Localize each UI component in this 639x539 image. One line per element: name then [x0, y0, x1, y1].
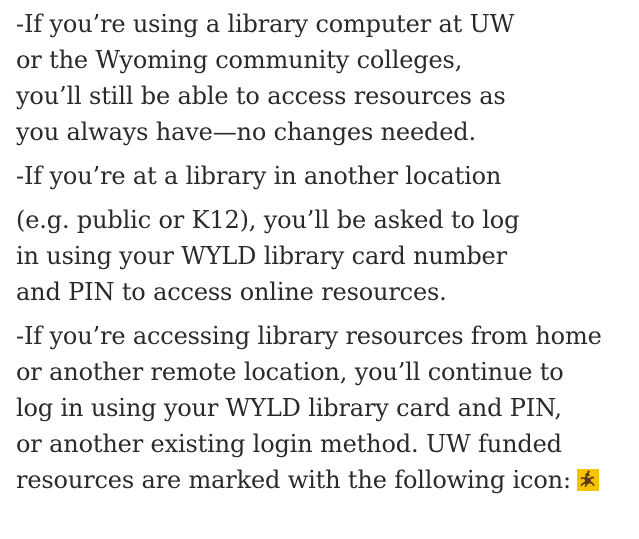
text-line: in using your WYLD library card number [16, 242, 507, 270]
text-line: -If you’re accessing library resources f… [16, 322, 602, 350]
document-body: -If you’re using a library computer at U… [16, 0, 636, 498]
text-line: you’ll still be able to access resources… [16, 82, 506, 110]
text-line: -If you’re at a library in another locat… [16, 162, 502, 190]
text-line: you always have—no changes needed. [16, 118, 476, 146]
paragraph-uw-library-computer: -If you’re using a library computer at U… [16, 0, 636, 150]
paragraph-other-library-location: -If you’re at a library in another locat… [16, 158, 636, 310]
text-line: or another remote location, you’ll conti… [16, 358, 564, 386]
uw-bucking-horse-icon [576, 465, 599, 491]
text-line: and PIN to access online resources. [16, 278, 447, 306]
paragraph-remote-access: -If you’re accessing library resources f… [16, 318, 636, 498]
text-line: or another existing login method. UW fun… [16, 430, 562, 458]
text-line-with-icon: resources are marked with the following … [16, 462, 636, 498]
text-line: or the Wyoming community colleges, [16, 46, 463, 74]
text-line: -If you’re using a library computer at U… [16, 10, 515, 38]
text-line: (e.g. public or K12), you’ll be asked to… [16, 206, 520, 234]
text-line: resources are marked with the following … [16, 466, 571, 494]
text-line: log in using your WYLD library card and … [16, 394, 562, 422]
